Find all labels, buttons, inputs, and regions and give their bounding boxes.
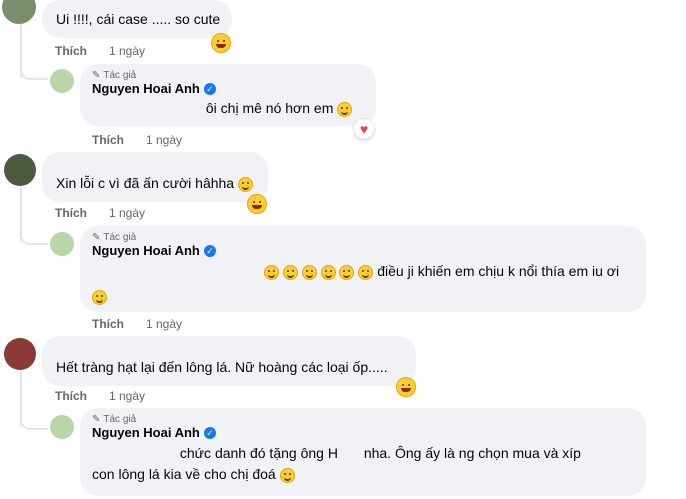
reply-text-row: chức danh đó tặng ông H nha. Ông ấy là n… [92, 444, 634, 463]
reply-text-row: ôi chị mê nó hơn em [92, 99, 364, 118]
reply-text: con lông lá kia về cho chị đoá [92, 466, 276, 482]
thread-connector [20, 40, 48, 80]
reply-text: nha. Ông ấy là ng chọn mua và xíp [363, 445, 581, 461]
verified-badge-icon: ✓ [203, 244, 216, 257]
reply-bubble: ✎ Tác giả Nguyen Hoai Anh ✓ chức danh đó t… [80, 408, 646, 496]
heart-reaction-icon[interactable]: ♥ [354, 119, 374, 139]
reply-actions: Thích 1 ngày [92, 317, 182, 331]
comment-actions: Thích 1 ngày [55, 389, 145, 403]
reply-text-row: điều ji khiến em chịu k nổi thía em iu ơ… [92, 262, 634, 281]
reply-bubble: ✎ Tác giả Nguyen Hoai Anh ✓ điều ji khiến … [80, 226, 646, 312]
laugh-emoji-icon [282, 264, 298, 280]
reply-actions: Thích 1 ngày [92, 133, 182, 147]
like-button[interactable]: Thích [55, 206, 87, 220]
author-avatar[interactable] [50, 415, 74, 439]
author-name[interactable]: Nguyen Hoai Anh ✓ [92, 81, 364, 96]
comment-bubble: Ui !!!!, cái case ..... so cute [42, 0, 232, 38]
reply-text: ôi chị mê nó hơn em [205, 100, 334, 116]
grin-emoji-icon [92, 289, 107, 305]
reply-text-row-2: con lông lá kia về cho chị đoá [92, 465, 634, 484]
author-name[interactable]: Nguyen Hoai Anh ✓ [92, 425, 634, 440]
like-button[interactable]: Thích [92, 133, 124, 147]
timestamp[interactable]: 1 ngày [146, 317, 182, 331]
timestamp[interactable]: 1 ngày [146, 133, 182, 147]
like-button[interactable]: Thích [55, 389, 87, 403]
rofl-emoji-icon [339, 264, 355, 280]
avatar[interactable] [2, 0, 36, 24]
laugh-emoji-icon [301, 264, 317, 280]
author-avatar[interactable] [50, 232, 74, 256]
author-tag: ✎ Tác giả [92, 414, 137, 425]
comment-actions: Thích 1 ngày [55, 206, 145, 220]
timestamp[interactable]: 1 ngày [109, 44, 145, 58]
sad-reaction-icon[interactable] [211, 33, 231, 53]
author-name[interactable]: Nguyen Hoai Anh ✓ [92, 243, 634, 258]
like-button[interactable]: Thích [55, 44, 87, 58]
thread-connector [20, 205, 48, 245]
haha-reaction-icon[interactable] [247, 194, 267, 214]
like-button[interactable]: Thích [92, 317, 124, 331]
thread-connector [20, 390, 48, 430]
author-tag: ✎ Tác giả [92, 232, 137, 243]
redacted-text [92, 101, 202, 113]
timestamp[interactable]: 1 ngày [109, 389, 145, 403]
laugh-emoji-icon [263, 264, 279, 280]
author-tag: ✎ Tác giả [92, 70, 137, 81]
avatar[interactable] [4, 154, 36, 186]
avatar[interactable] [4, 338, 36, 370]
comment-bubble: Xin lỗi c vì đã ấn cười hâhha [42, 152, 268, 202]
comment-bubble: Hết tràng hạt lại đến lông lá. Nữ hoàng … [42, 336, 416, 386]
comment-text: Hết tràng hạt lại đến lông lá. Nữ hoàng … [56, 359, 388, 375]
comment-text: Xin lỗi c vì đã ấn cười hâhha [56, 175, 235, 191]
laugh-emoji-icon [238, 176, 253, 192]
rofl-emoji-icon [358, 264, 374, 280]
verified-badge-icon: ✓ [203, 82, 216, 95]
verified-badge-icon: ✓ [203, 426, 216, 439]
reply-text: chức danh đó tặng ông H [179, 445, 338, 461]
smile-emoji-icon [279, 467, 295, 483]
pencil-icon: ✎ [92, 414, 101, 425]
comment-text: Ui !!!!, cái case ..... so cute [56, 11, 221, 27]
comment-text-row: Xin lỗi c vì đã ấn cười hâhha [56, 174, 254, 193]
redacted-text [92, 264, 260, 276]
redacted-text [92, 446, 176, 458]
smile-emoji-icon [337, 101, 353, 117]
rofl-emoji-icon [320, 264, 336, 280]
pencil-icon: ✎ [92, 70, 101, 81]
timestamp[interactable]: 1 ngày [109, 206, 145, 220]
comment-actions: Thích 1 ngày [55, 44, 145, 58]
author-avatar[interactable] [50, 69, 74, 93]
reply-text: điều ji khiến em chịu k nổi thía em iu ơ… [377, 263, 620, 279]
reply-bubble: ✎ Tác giả Nguyen Hoai Anh ✓ ôi chị mê nó h… [80, 64, 376, 126]
haha-reaction-icon[interactable] [396, 377, 416, 397]
redacted-text [338, 446, 360, 458]
reply-text-row-2 [92, 287, 634, 306]
pencil-icon: ✎ [92, 232, 101, 243]
